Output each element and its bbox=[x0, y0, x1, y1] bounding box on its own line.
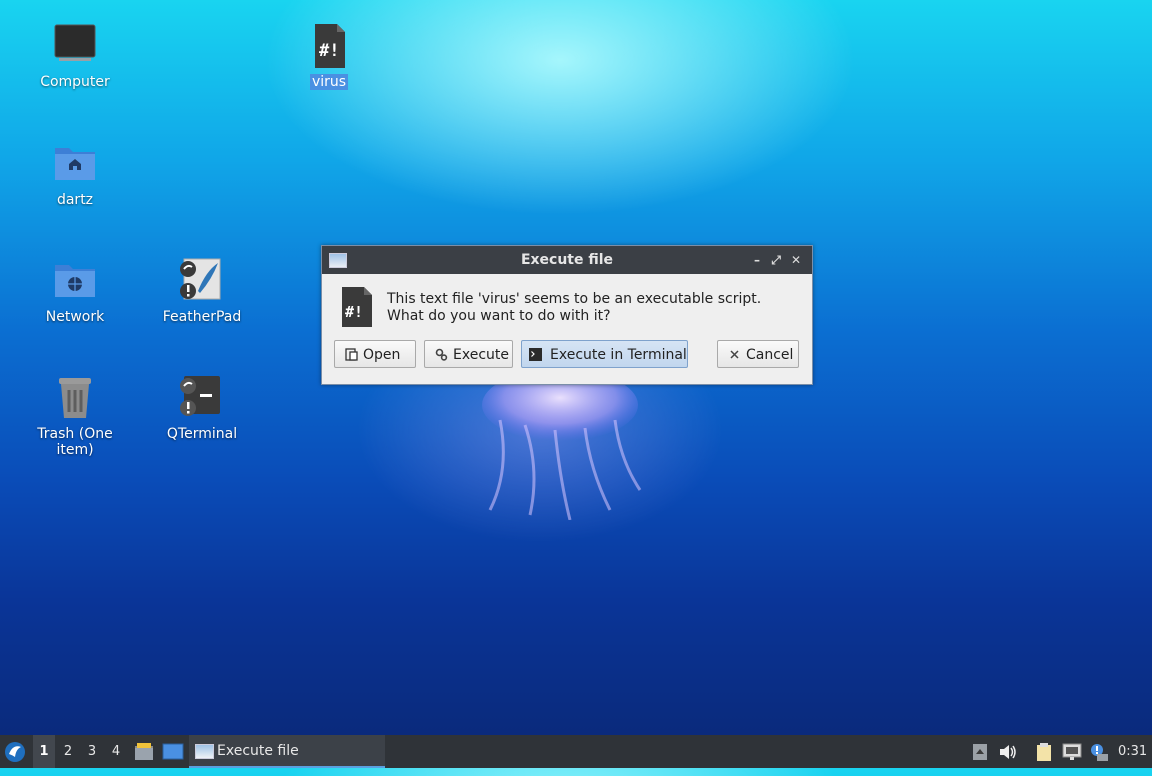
desktop-icon-network[interactable]: Network bbox=[15, 257, 135, 325]
desktop-icon-label: virus bbox=[309, 74, 349, 90]
trash-icon bbox=[51, 374, 99, 422]
execute-in-terminal-label: Execute in Terminal bbox=[550, 347, 687, 363]
dialog-title: Execute file bbox=[520, 252, 614, 268]
cancel-label: Cancel bbox=[746, 347, 794, 363]
svg-text:#!: #! bbox=[319, 41, 339, 61]
task-execute-file[interactable]: Execute file bbox=[189, 735, 385, 768]
script-file-icon: #! bbox=[342, 287, 372, 327]
execute-label: Execute bbox=[453, 347, 509, 363]
clipboard-icon bbox=[1037, 743, 1051, 761]
execute-button[interactable]: Execute bbox=[424, 340, 513, 368]
window-app-icon bbox=[329, 253, 347, 268]
desktop-icon bbox=[162, 743, 184, 760]
terminal-icon bbox=[529, 348, 542, 361]
desktop-icon-virus[interactable]: #! virus bbox=[269, 22, 389, 90]
cancel-icon bbox=[730, 350, 739, 359]
featherpad-icon bbox=[178, 257, 226, 305]
show-desktop-button[interactable] bbox=[162, 735, 184, 768]
volume-icon bbox=[1000, 745, 1016, 759]
tray-volume[interactable] bbox=[998, 735, 1018, 768]
dialog-titlebar[interactable]: Execute file – ⤢ ✕ bbox=[322, 246, 812, 274]
execute-file-dialog: Execute file – ⤢ ✕ #! This text file 'vi… bbox=[321, 245, 813, 385]
open-icon bbox=[345, 348, 358, 361]
jellyfish-wallpaper bbox=[482, 370, 642, 520]
desktop-icon-qterminal[interactable]: QTerminal bbox=[142, 374, 262, 442]
desktop-icon-label: QTerminal bbox=[166, 426, 238, 442]
execute-in-terminal-button[interactable]: Execute in Terminal bbox=[521, 340, 688, 368]
script-file-icon: #! bbox=[305, 22, 353, 70]
tray-updates[interactable] bbox=[972, 735, 988, 768]
close-button[interactable]: ✕ bbox=[787, 246, 805, 274]
start-menu-button[interactable] bbox=[4, 735, 28, 768]
open-button[interactable]: Open bbox=[334, 340, 416, 368]
desktop-icon-computer[interactable]: Computer bbox=[15, 22, 135, 90]
svg-text:#!: #! bbox=[345, 303, 363, 321]
workspace-3[interactable]: 3 bbox=[81, 735, 103, 768]
tray-network[interactable] bbox=[1062, 735, 1082, 768]
desktop-icon-label: Computer bbox=[40, 74, 110, 90]
desktop-icon-label: FeatherPad bbox=[162, 309, 242, 325]
lxqt-logo-icon bbox=[5, 742, 25, 762]
gears-icon bbox=[435, 348, 448, 361]
message-line-1: This text file 'virus' seems to be an ex… bbox=[387, 291, 762, 307]
window-app-icon bbox=[195, 744, 214, 759]
desktop-icon-trash[interactable]: Trash (One item) bbox=[15, 374, 135, 458]
cancel-button[interactable]: Cancel bbox=[717, 340, 799, 368]
maximize-button[interactable]: ⤢ bbox=[767, 246, 785, 274]
workspace-2[interactable]: 2 bbox=[57, 735, 79, 768]
computer-icon bbox=[51, 22, 99, 70]
desktop-icon-featherpad[interactable]: FeatherPad bbox=[142, 257, 262, 325]
minimize-button[interactable]: – bbox=[748, 246, 766, 274]
updates-icon bbox=[973, 744, 987, 760]
file-manager-launcher[interactable] bbox=[134, 735, 154, 768]
desktop-icon-label: Network bbox=[45, 309, 105, 325]
workspace-1[interactable]: 1 bbox=[33, 735, 55, 768]
task-label: Execute file bbox=[217, 743, 299, 759]
notification-icon bbox=[1091, 744, 1108, 761]
tray-notifications[interactable] bbox=[1089, 735, 1109, 768]
desktop-icon-dartz[interactable]: dartz bbox=[15, 140, 135, 208]
home-folder-icon bbox=[51, 140, 99, 188]
file-manager-icon bbox=[135, 743, 153, 760]
dialog-message: This text file 'virus' seems to be an ex… bbox=[387, 291, 761, 325]
message-line-2: What do you want to do with it? bbox=[387, 308, 611, 324]
taskbar: 1 2 3 4 Execute file 0:31 bbox=[0, 735, 1152, 768]
network-icon bbox=[1062, 743, 1082, 760]
clock[interactable]: 0:31 bbox=[1118, 735, 1148, 768]
workspace-4[interactable]: 4 bbox=[105, 735, 127, 768]
desktop-icon-label: Trash (One item) bbox=[37, 426, 113, 458]
desktop-icon-label: dartz bbox=[56, 192, 94, 208]
terminal-icon bbox=[178, 374, 226, 422]
open-label: Open bbox=[363, 347, 401, 363]
tray-clipboard[interactable] bbox=[1035, 735, 1053, 768]
network-folder-icon bbox=[51, 257, 99, 305]
